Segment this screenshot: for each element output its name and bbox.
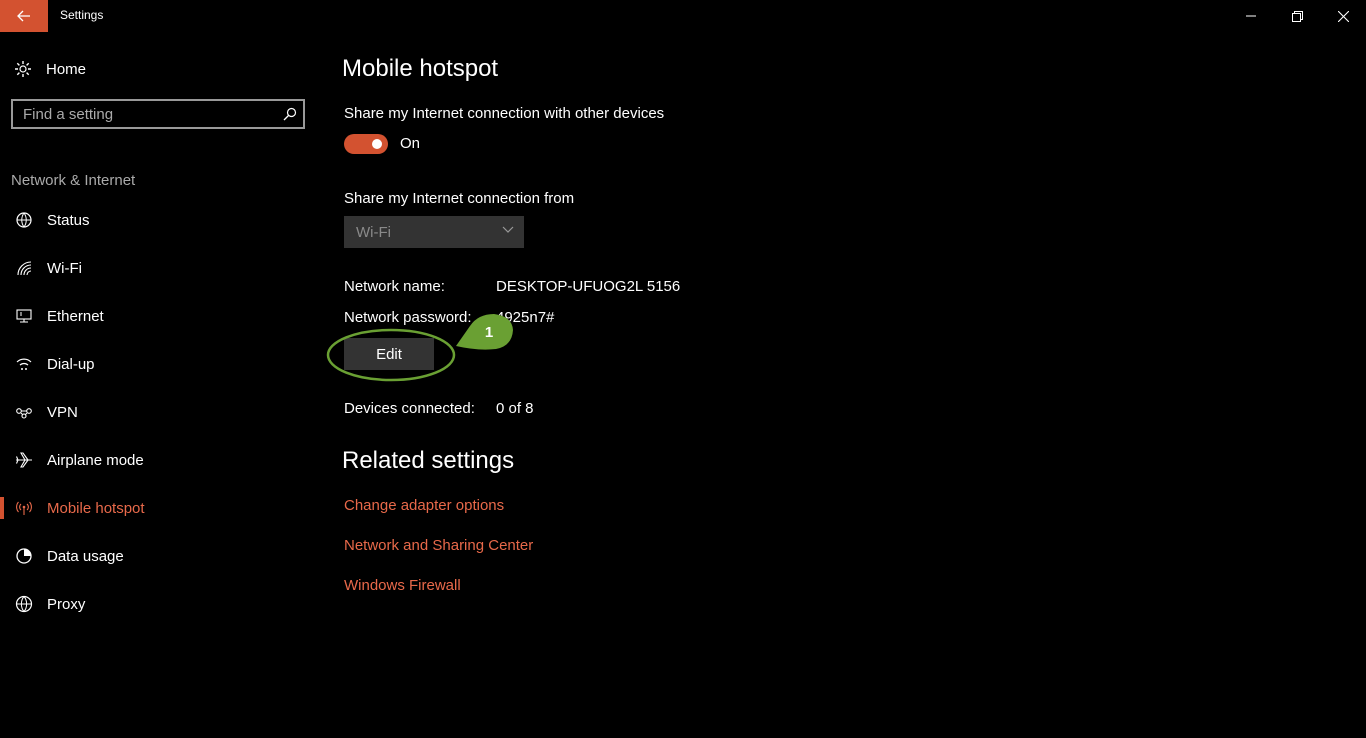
related-settings-title: Related settings xyxy=(342,447,515,474)
toggle-knob xyxy=(372,139,382,149)
minimize-button[interactable] xyxy=(1228,0,1274,32)
section-label: Network & Internet xyxy=(11,172,136,189)
sidebar-item-data-usage[interactable]: Data usage xyxy=(0,536,320,576)
globe-status-icon xyxy=(15,211,33,229)
network-name-label: Network name: xyxy=(344,278,445,295)
active-indicator xyxy=(0,497,4,519)
share-from-label: Share my Internet connection from xyxy=(344,190,575,207)
annotation-marker-label: 1 xyxy=(485,324,493,341)
link-network-sharing-center[interactable]: Network and Sharing Center xyxy=(344,537,533,554)
vpn-icon xyxy=(15,403,33,421)
sidebar: Home Network & Internet Status Wi-Fi Eth… xyxy=(0,32,320,738)
airplane-icon xyxy=(15,451,33,469)
search-input[interactable] xyxy=(13,104,275,124)
home-label: Home xyxy=(46,60,87,78)
sidebar-item-proxy[interactable]: Proxy xyxy=(0,584,320,624)
back-arrow-icon xyxy=(17,10,30,22)
globe-icon xyxy=(15,595,33,613)
share-from-value: Wi-Fi xyxy=(356,223,391,241)
restore-icon xyxy=(1291,10,1303,22)
search-box[interactable] xyxy=(11,99,305,129)
edit-button[interactable]: Edit xyxy=(344,338,434,370)
sidebar-item-mobile-hotspot[interactable]: Mobile hotspot xyxy=(0,488,320,528)
close-button[interactable] xyxy=(1320,0,1366,32)
title-bar: Settings xyxy=(0,0,1366,32)
back-button[interactable] xyxy=(0,0,48,32)
sidebar-item-label: VPN xyxy=(47,403,78,421)
minimize-icon xyxy=(1246,15,1256,17)
hotspot-toggle[interactable] xyxy=(344,134,388,154)
sidebar-item-label: Status xyxy=(47,211,90,229)
close-icon xyxy=(1337,10,1349,22)
restore-button[interactable] xyxy=(1274,0,1320,32)
chevron-down-icon xyxy=(502,226,514,233)
sidebar-item-label: Data usage xyxy=(47,547,124,565)
ethernet-icon xyxy=(15,307,33,325)
sidebar-item-label: Proxy xyxy=(47,595,86,613)
gear-icon xyxy=(15,61,31,77)
data-usage-icon xyxy=(15,547,33,565)
sidebar-item-label: Wi-Fi xyxy=(47,259,82,277)
sidebar-item-label: Airplane mode xyxy=(47,451,144,469)
sidebar-item-ethernet[interactable]: Ethernet xyxy=(0,296,320,336)
sidebar-item-status[interactable]: Status xyxy=(0,200,320,240)
share-label: Share my Internet connection with other … xyxy=(344,105,665,122)
network-password-label: Network password: xyxy=(344,309,472,326)
page-title: Mobile hotspot xyxy=(342,55,499,82)
sidebar-item-dialup[interactable]: Dial-up xyxy=(0,344,320,384)
link-change-adapter-options[interactable]: Change adapter options xyxy=(344,497,504,514)
devices-connected-label: Devices connected: xyxy=(344,400,475,417)
search-icon[interactable] xyxy=(283,107,297,121)
home-button[interactable]: Home xyxy=(14,58,86,80)
sidebar-item-label: Ethernet xyxy=(47,307,104,325)
share-from-dropdown[interactable]: Wi-Fi xyxy=(344,216,524,248)
sidebar-item-airplane-mode[interactable]: Airplane mode xyxy=(0,440,320,480)
toggle-state-label: On xyxy=(400,135,421,152)
network-name-value: DESKTOP-UFUOG2L 5156 xyxy=(496,278,681,295)
hotspot-icon xyxy=(15,499,33,517)
wifi-icon xyxy=(15,259,33,277)
network-password-value: 4925n7# xyxy=(496,309,555,326)
devices-connected-value: 0 of 8 xyxy=(496,400,534,417)
sidebar-item-label: Mobile hotspot xyxy=(47,499,145,517)
window-title: Settings xyxy=(60,8,104,22)
sidebar-item-vpn[interactable]: VPN xyxy=(0,392,320,432)
dialup-icon xyxy=(15,355,33,373)
link-windows-firewall[interactable]: Windows Firewall xyxy=(344,577,461,594)
sidebar-item-wifi[interactable]: Wi-Fi xyxy=(0,248,320,288)
sidebar-item-label: Dial-up xyxy=(47,355,95,373)
